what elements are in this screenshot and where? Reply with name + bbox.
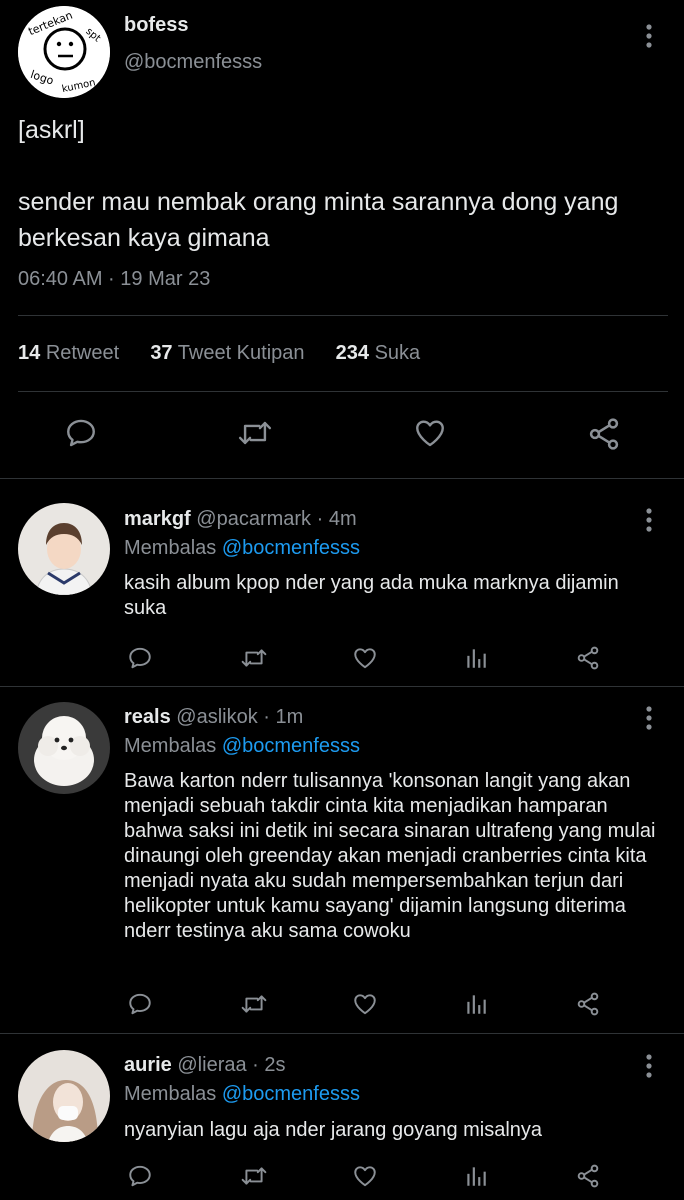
display-name[interactable]: reals — [124, 706, 171, 728]
retweet-icon[interactable] — [239, 645, 269, 671]
quote-label[interactable]: Tweet Kutipan — [178, 342, 305, 364]
reply-text: nyanyian lagu aja nder jarang goyang mis… — [124, 1119, 543, 1141]
user-photo — [18, 503, 110, 595]
replying-label: Membalas — [124, 1083, 217, 1105]
like-icon[interactable] — [412, 416, 448, 450]
retweet-label[interactable]: Retweet — [46, 342, 119, 364]
analytics-icon[interactable] — [463, 991, 489, 1017]
avatar[interactable] — [18, 503, 110, 595]
replying-label: Membalas — [124, 537, 217, 559]
reply-icon[interactable] — [127, 1163, 153, 1189]
share-icon[interactable] — [575, 991, 601, 1017]
reply-icon[interactable] — [64, 416, 98, 450]
quote-count[interactable]: 37 — [150, 342, 172, 364]
more-options-icon[interactable] — [637, 1052, 661, 1080]
retweet-icon[interactable] — [236, 416, 274, 450]
replying-label: Membalas — [124, 735, 217, 757]
tweet-timestamp[interactable]: 06:40 AM · 19 Mar 23 — [18, 268, 210, 291]
mention-link[interactable]: @bocmenfesss — [222, 1083, 360, 1105]
analytics-icon[interactable] — [463, 1163, 489, 1189]
analytics-icon[interactable] — [463, 645, 489, 671]
replying-to: Membalas @bocmenfesss — [124, 1083, 360, 1106]
display-name[interactable]: aurie — [124, 1054, 172, 1076]
reply-text: Bawa karton nderr tulisannya 'konsonan l… — [124, 770, 656, 942]
avatar[interactable] — [18, 702, 110, 794]
share-icon[interactable] — [575, 1163, 601, 1189]
tweet-text: [askrl] sender mau nembak orang minta sa… — [18, 116, 619, 252]
tweet-stats: 14 Retweet 37 Tweet Kutipan 234 Suka — [18, 342, 420, 365]
like-label[interactable]: Suka — [375, 342, 421, 364]
avatar[interactable]: tertekan spt logo kumon — [18, 6, 110, 98]
retweet-count[interactable]: 14 — [18, 342, 40, 364]
share-icon[interactable] — [586, 416, 622, 452]
more-options-icon[interactable] — [637, 22, 661, 50]
reply-timestamp[interactable]: · 4m — [317, 508, 357, 530]
user-photo — [18, 702, 110, 794]
display-name[interactable]: bofess — [124, 14, 188, 37]
reply-icon[interactable] — [127, 991, 153, 1017]
handle[interactable]: @pacarmark — [196, 508, 311, 530]
like-icon[interactable] — [351, 645, 379, 671]
reply-text: kasih album kpop nder yang ada muka mark… — [124, 572, 619, 619]
divider — [18, 391, 668, 392]
divider — [0, 686, 684, 687]
reply-icon[interactable] — [127, 645, 153, 671]
reply-header: markgf @pacarmark · 4m — [124, 508, 357, 531]
mention-link[interactable]: @bocmenfesss — [222, 735, 360, 757]
reply-timestamp[interactable]: · 1m — [263, 706, 303, 728]
display-name[interactable]: markgf — [124, 508, 191, 530]
like-count[interactable]: 234 — [336, 342, 369, 364]
more-options-icon[interactable] — [637, 506, 661, 534]
more-options-icon[interactable] — [637, 704, 661, 732]
reply-header: aurie @lieraa · 2s — [124, 1054, 286, 1077]
handle[interactable]: @bocmenfesss — [124, 51, 262, 74]
replying-to: Membalas @bocmenfesss — [124, 735, 360, 758]
handle[interactable]: @lieraa — [177, 1054, 246, 1076]
divider — [0, 1033, 684, 1034]
reply-header: reals @aslikok · 1m — [124, 706, 303, 729]
divider — [18, 315, 668, 316]
avatar[interactable] — [18, 1050, 110, 1142]
retweet-icon[interactable] — [239, 1163, 269, 1189]
retweet-icon[interactable] — [239, 991, 269, 1017]
share-icon[interactable] — [575, 645, 601, 671]
handle[interactable]: @aslikok — [176, 706, 257, 728]
mention-link[interactable]: @bocmenfesss — [222, 537, 360, 559]
like-icon[interactable] — [351, 991, 379, 1017]
divider — [0, 478, 684, 479]
reply-timestamp[interactable]: · 2s — [252, 1054, 285, 1076]
replying-to: Membalas @bocmenfesss — [124, 537, 360, 560]
logo-avatar-drawing: tertekan spt logo kumon — [18, 6, 110, 98]
user-photo — [18, 1050, 110, 1142]
like-icon[interactable] — [351, 1163, 379, 1189]
